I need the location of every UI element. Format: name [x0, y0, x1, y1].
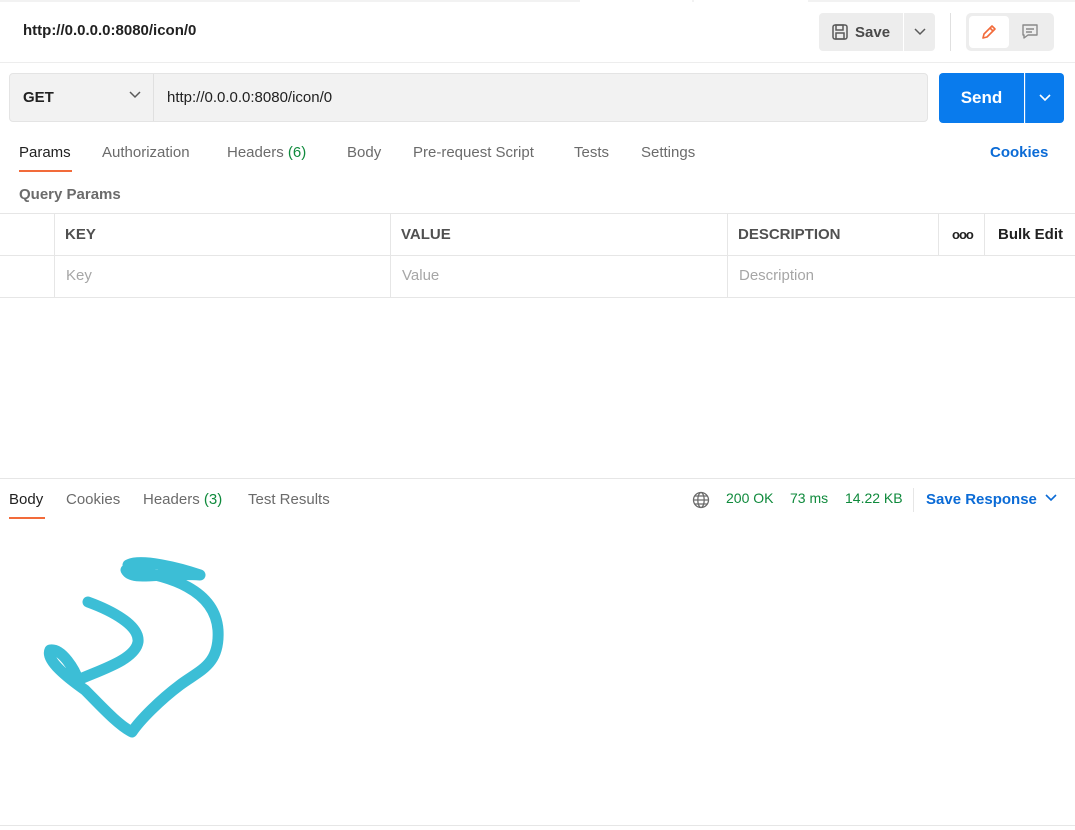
save-button[interactable]: Save — [819, 13, 903, 51]
query-params-table: KEY VALUE DESCRIPTION ooo Bulk Edit Key … — [0, 213, 1075, 298]
response-tab-test-results[interactable]: Test Results — [248, 491, 330, 508]
more-options-button[interactable]: ooo — [938, 214, 985, 255]
value-input[interactable]: Value — [390, 256, 727, 297]
tab-pre-request-script[interactable]: Pre-request Script — [413, 144, 534, 161]
chevron-down-icon — [129, 91, 141, 99]
response-divider — [0, 478, 1075, 479]
response-body-image — [43, 557, 224, 738]
send-options-button[interactable] — [1025, 73, 1064, 123]
key-input[interactable]: Key — [54, 256, 391, 297]
request-tabs: Params Authorization Headers (6) Body Pr… — [0, 140, 1075, 174]
pencil-icon — [982, 25, 996, 39]
tab-params[interactable]: Params — [19, 144, 71, 161]
checkbox-column-header — [0, 214, 55, 255]
description-column-header: DESCRIPTION — [727, 214, 939, 255]
response-active-tab-indicator — [9, 517, 45, 519]
save-options-button[interactable] — [904, 13, 935, 51]
response-tab-body[interactable]: Body — [9, 491, 43, 508]
response-toolbar-divider — [913, 488, 914, 512]
chevron-down-icon — [913, 28, 926, 36]
globe-icon[interactable] — [692, 491, 710, 514]
headers-count: (6) — [287, 144, 307, 161]
table-row: Key Value Description — [0, 256, 1075, 298]
tab-body[interactable]: Body — [347, 144, 381, 161]
save-disk-icon — [831, 23, 849, 41]
bulk-edit-button[interactable]: Bulk Edit — [984, 214, 1075, 255]
save-response-button[interactable]: Save Response — [926, 491, 1037, 508]
request-title[interactable]: http://0.0.0.0:8080/icon/0 — [23, 22, 196, 39]
query-params-label: Query Params — [19, 186, 121, 203]
cookies-link[interactable]: Cookies — [990, 144, 1048, 161]
response-status[interactable]: 200 OK — [726, 490, 773, 506]
method-label: GET — [23, 89, 54, 106]
comments-mode-button[interactable] — [1010, 16, 1050, 48]
send-button[interactable]: Send — [939, 73, 1024, 123]
table-header-row: KEY VALUE DESCRIPTION ooo Bulk Edit — [0, 214, 1075, 256]
active-tab-indicator — [19, 170, 72, 172]
save-label: Save — [855, 23, 891, 41]
view-mode-toggle — [966, 13, 1054, 51]
chevron-down-icon[interactable] — [1045, 494, 1057, 502]
tab-headers[interactable]: Headers (6) — [227, 144, 306, 161]
response-size[interactable]: 14.22 KB — [845, 490, 903, 506]
bottom-border — [0, 825, 1075, 826]
url-input[interactable]: http://0.0.0.0:8080/icon/0 — [167, 89, 332, 106]
response-headers-count: (3) — [203, 491, 223, 508]
description-input[interactable]: Description — [727, 256, 1075, 297]
url-bar: GET http://0.0.0.0:8080/icon/0 — [9, 73, 928, 122]
response-tab-headers[interactable]: Headers (3) — [143, 491, 222, 508]
tab-settings[interactable]: Settings — [641, 144, 695, 161]
response-tab-cookies[interactable]: Cookies — [66, 491, 120, 508]
value-column-header: VALUE — [390, 214, 727, 255]
comment-icon — [1022, 24, 1038, 39]
tab-authorization[interactable]: Authorization — [102, 144, 190, 161]
method-select[interactable]: GET — [10, 74, 154, 121]
response-time[interactable]: 73 ms — [790, 490, 828, 506]
key-column-header: KEY — [54, 214, 391, 255]
toolbar-divider — [950, 13, 951, 51]
tab-tests[interactable]: Tests — [574, 144, 609, 161]
edit-mode-button[interactable] — [969, 16, 1009, 48]
row-checkbox-cell — [0, 256, 55, 297]
chevron-down-icon — [1039, 94, 1051, 102]
